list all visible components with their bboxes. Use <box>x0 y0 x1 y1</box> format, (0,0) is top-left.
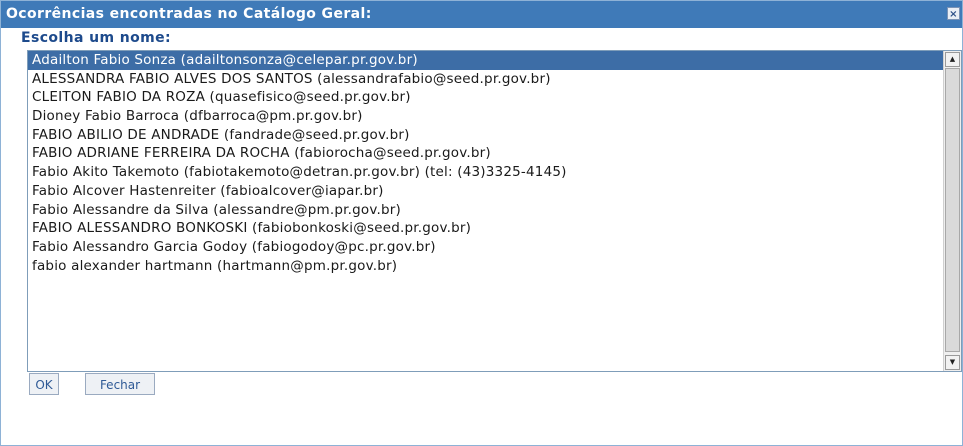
choose-name-label: Escolha um nome: <box>21 30 171 46</box>
list-item[interactable]: Dioney Fabio Barroca (dfbarroca@pm.pr.go… <box>28 107 961 126</box>
list-item[interactable]: FABIO ADRIANE FERREIRA DA ROCHA (fabioro… <box>28 144 961 163</box>
list-item[interactable]: FABIO ABILIO DE ANDRADE (fandrade@seed.p… <box>28 126 961 145</box>
scrollbar-thumb[interactable] <box>945 68 960 352</box>
ok-button[interactable]: OK <box>29 373 59 395</box>
list-items-container: Adailton Fabio Sonza (adailtonsonza@cele… <box>28 51 961 275</box>
list-item[interactable]: fabio alexander hartmann (hartmann@pm.pr… <box>28 257 961 276</box>
arrow-down-icon[interactable]: ▼ <box>945 355 960 370</box>
list-item[interactable]: FABIO ALESSANDRO BONKOSKI (fabiobonkoski… <box>28 219 961 238</box>
listbox-scrollbar[interactable]: ▲ ▼ <box>943 51 961 371</box>
list-item[interactable]: Adailton Fabio Sonza (adailtonsonza@cele… <box>28 51 961 70</box>
dialog-title: Ocorrências encontradas no Catálogo Gera… <box>6 6 372 22</box>
close-icon[interactable]: × <box>947 7 960 20</box>
list-item[interactable]: Fabio Alessandre da Silva (alessandre@pm… <box>28 201 961 220</box>
dialog-titlebar: Ocorrências encontradas no Catálogo Gera… <box>1 1 962 28</box>
names-listbox[interactable]: Adailton Fabio Sonza (adailtonsonza@cele… <box>27 50 962 372</box>
list-item[interactable]: ALESSANDRA FABIO ALVES DOS SANTOS (aless… <box>28 70 961 89</box>
search-results-dialog: Ocorrências encontradas no Catálogo Gera… <box>0 0 963 446</box>
arrow-up-icon[interactable]: ▲ <box>945 52 960 67</box>
list-item[interactable]: Fabio Akito Takemoto (fabiotakemoto@detr… <box>28 163 961 182</box>
list-item[interactable]: Fabio Alcover Hastenreiter (fabioalcover… <box>28 182 961 201</box>
close-button[interactable]: Fechar <box>85 373 155 395</box>
list-item[interactable]: Fabio Alessandro Garcia Godoy (fabiogodo… <box>28 238 961 257</box>
list-item[interactable]: CLEITON FABIO DA ROZA (quasefisico@seed.… <box>28 88 961 107</box>
